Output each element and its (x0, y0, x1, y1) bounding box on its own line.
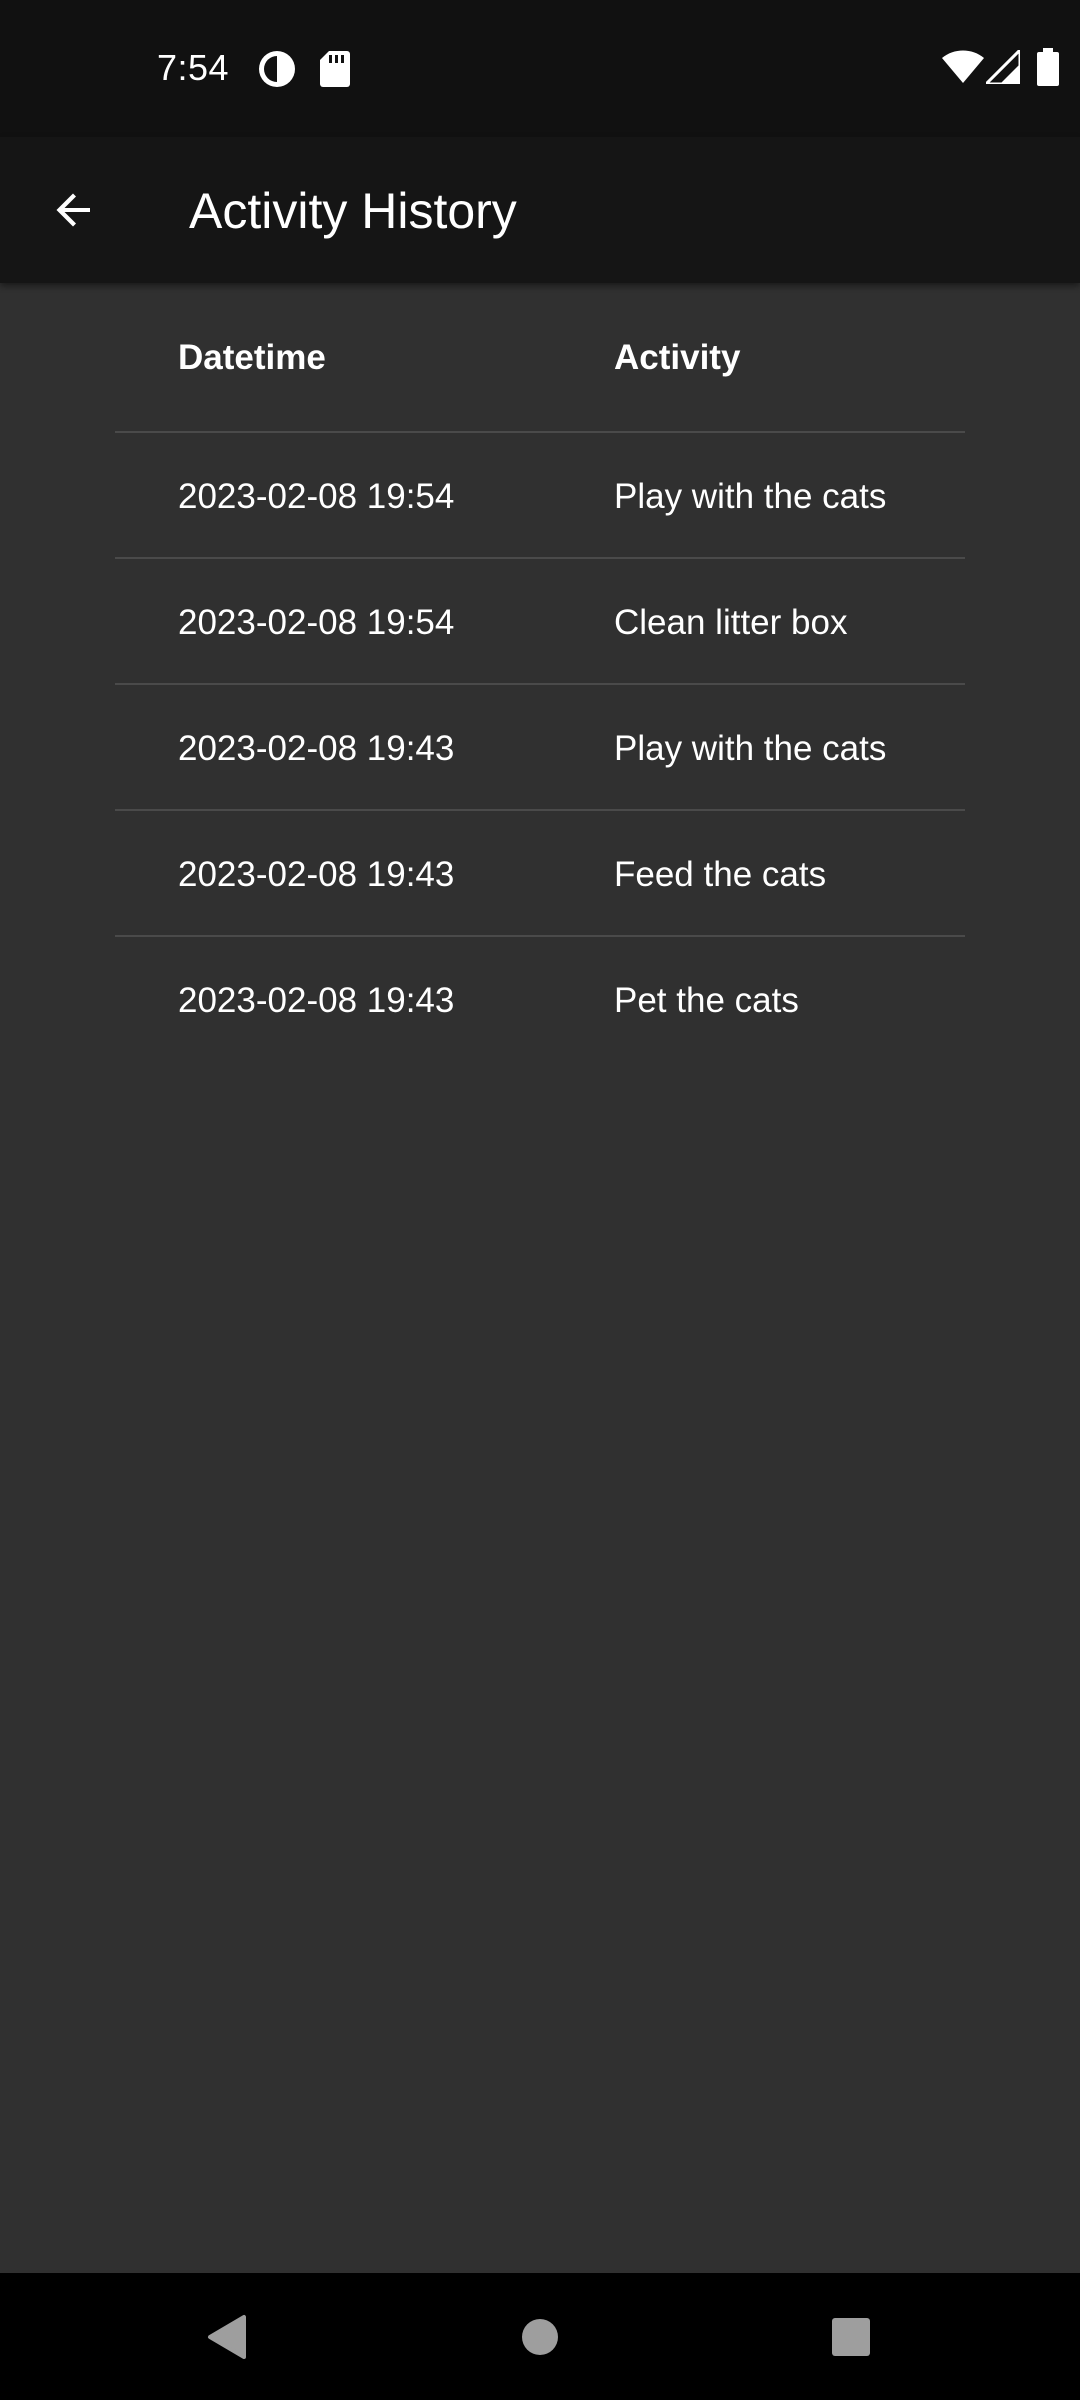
status-time: 7:54 (157, 47, 230, 88)
table-header: Datetime Activity (115, 283, 965, 433)
table-row: 2023-02-08 19:54 Play with the cats (115, 433, 965, 559)
cell-activity: Feed the cats (614, 855, 827, 894)
column-header-datetime: Datetime (178, 338, 326, 377)
cell-datetime: 2023-02-08 19:43 (178, 729, 455, 768)
app-bar: Activity History (0, 137, 1080, 283)
cell-activity: Clean litter box (614, 603, 848, 642)
cellular-signal-icon (986, 50, 1020, 84)
content-area: Datetime Activity 2023-02-08 19:54 Play … (0, 283, 1080, 2273)
recents-square-icon (832, 2318, 870, 2356)
back-triangle-icon (208, 2315, 246, 2359)
cell-activity: Play with the cats (614, 477, 887, 516)
cell-datetime: 2023-02-08 19:54 (178, 603, 455, 642)
arrow-back-icon (56, 193, 90, 227)
cell-activity: Pet the cats (614, 981, 799, 1020)
table-row: 2023-02-08 19:43 Feed the cats (115, 811, 965, 937)
wifi-icon (942, 50, 984, 83)
table-row: 2023-02-08 19:43 Pet the cats (115, 937, 965, 1061)
activity-table: Datetime Activity 2023-02-08 19:54 Play … (115, 283, 965, 1061)
status-bar: 7:54 (0, 0, 1080, 137)
column-header-activity: Activity (614, 338, 741, 377)
sd-card-icon (320, 51, 350, 87)
battery-icon (1037, 48, 1059, 86)
cell-datetime: 2023-02-08 19:43 (178, 855, 455, 894)
system-navigation-bar (0, 2273, 1080, 2400)
cell-datetime: 2023-02-08 19:43 (178, 981, 455, 1020)
cell-activity: Play with the cats (614, 729, 887, 768)
cell-datetime: 2023-02-08 19:54 (178, 477, 455, 516)
nav-recents-button[interactable] (811, 2297, 891, 2377)
nav-back-button[interactable] (186, 2297, 266, 2377)
home-circle-icon (522, 2319, 558, 2355)
nav-home-button[interactable] (500, 2297, 580, 2377)
back-button[interactable] (26, 168, 122, 252)
data-saver-icon (259, 51, 295, 87)
table-row: 2023-02-08 19:54 Clean litter box (115, 559, 965, 685)
table-row: 2023-02-08 19:43 Play with the cats (115, 685, 965, 811)
page-title: Activity History (189, 183, 517, 239)
